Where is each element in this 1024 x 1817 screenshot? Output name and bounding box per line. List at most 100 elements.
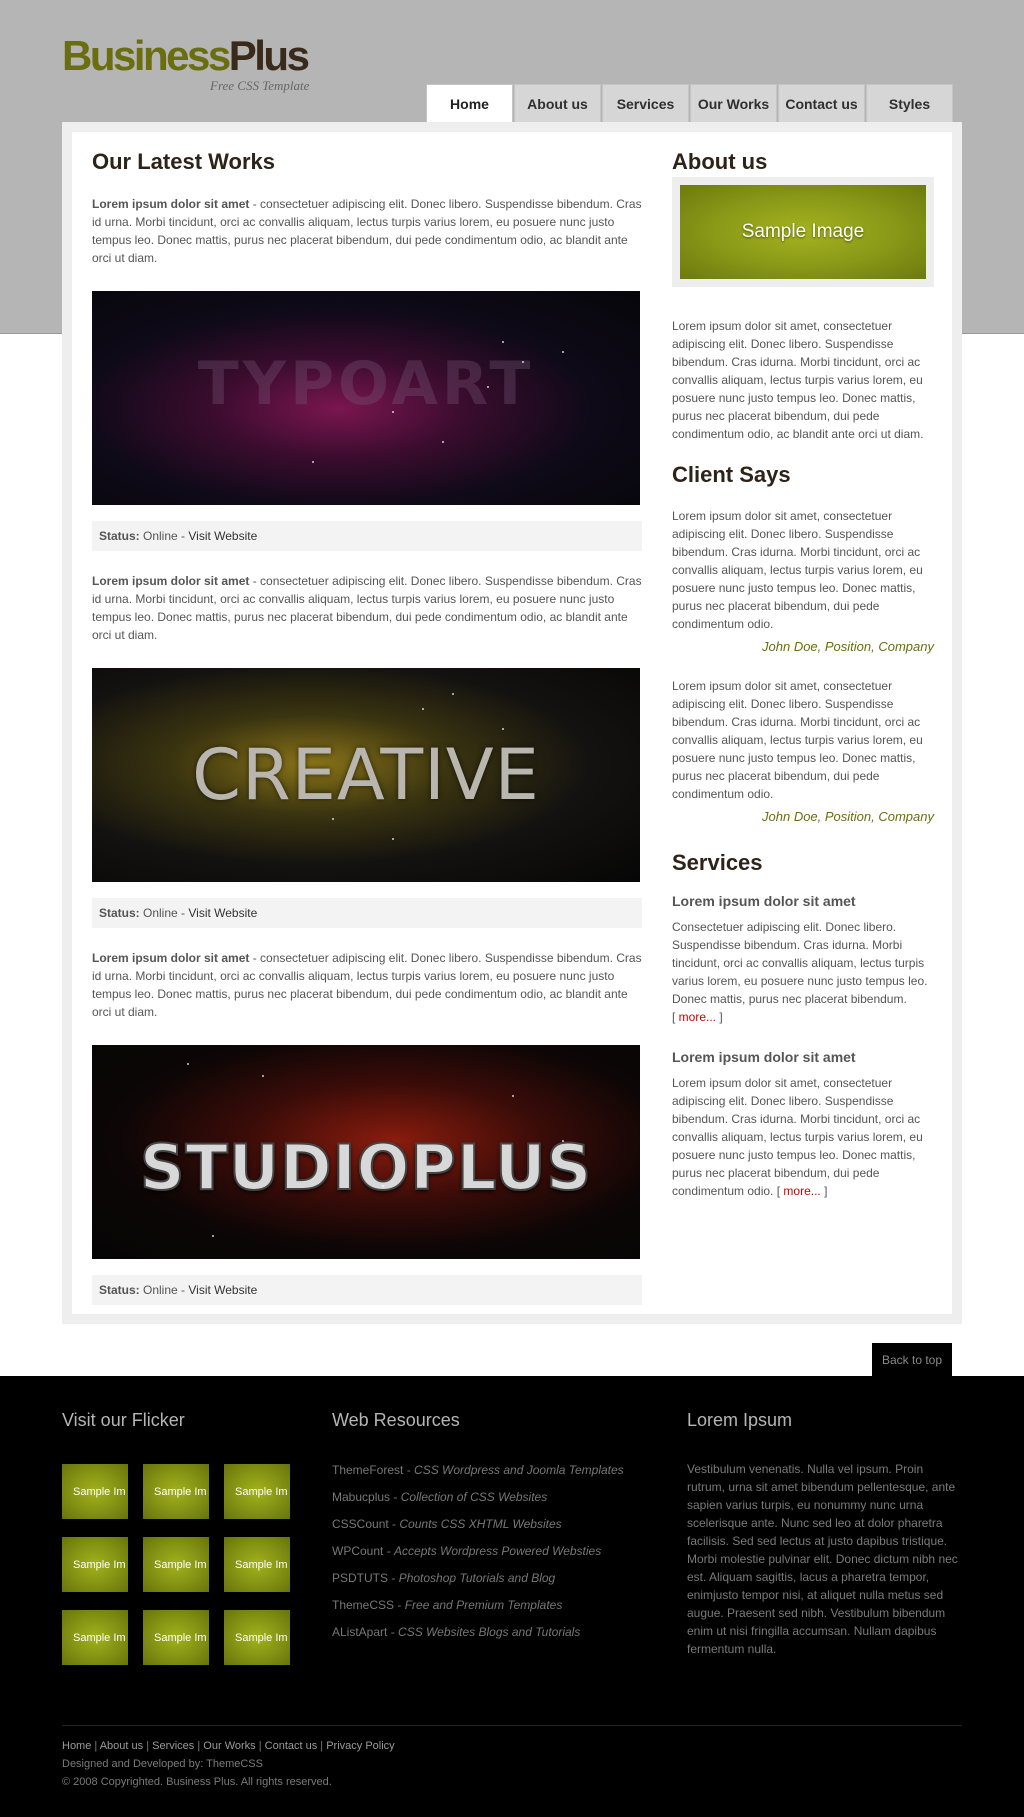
work-lead: Lorem ipsum dolor sit amet: [92, 197, 250, 211]
resources-list: ThemeForest - CSS Wordpress and Joomla T…: [332, 1461, 652, 1650]
work-image-studioplus[interactable]: STUDIOPLUS: [92, 1045, 640, 1259]
flickr-title: Visit our Flicker: [62, 1410, 185, 1430]
resource-name[interactable]: ThemeForest: [332, 1463, 403, 1477]
resource-item[interactable]: WPCount - Accepts Wordpress Powered Webs…: [332, 1542, 652, 1560]
service-text: Consectetuer adipiscing elit. Donec libe…: [672, 918, 934, 1026]
footer-link-separator: |: [194, 1740, 204, 1752]
resource-item[interactable]: CSSCount - Counts CSS XHTML Websites: [332, 1515, 652, 1533]
work-status: Status: Online - Visit Website: [92, 1275, 642, 1305]
work-image-caption: CREATIVE: [192, 734, 540, 816]
footer-link-home[interactable]: Home: [62, 1740, 91, 1752]
flickr-thumb[interactable]: Sample Im: [62, 1537, 128, 1592]
resource-name[interactable]: ThemeCSS: [332, 1598, 394, 1612]
footer-divider: [62, 1725, 962, 1726]
resource-separator: -: [387, 1625, 399, 1639]
resource-item[interactable]: ThemeCSS - Free and Premium Templates: [332, 1596, 652, 1614]
resource-separator: -: [383, 1544, 395, 1558]
status-value: Online -: [139, 906, 189, 920]
resources-title: Web Resources: [332, 1410, 460, 1430]
resource-item[interactable]: ThemeForest - CSS Wordpress and Joomla T…: [332, 1461, 652, 1479]
visit-website-link[interactable]: Visit Website: [188, 1283, 257, 1297]
content-area: Our Latest Works Lorem ipsum dolor sit a…: [72, 132, 952, 1314]
resource-name[interactable]: Mabucplus: [332, 1490, 390, 1504]
about-text: Lorem ipsum dolor sit amet, consectetuer…: [672, 319, 924, 441]
flickr-thumb[interactable]: Sample Im: [224, 1464, 290, 1519]
resource-name[interactable]: CSSCount: [332, 1517, 389, 1531]
resource-separator: -: [394, 1598, 405, 1612]
work-image-typoart[interactable]: TYPOART: [92, 291, 640, 505]
footer-link-contact[interactable]: Contact us: [265, 1740, 318, 1752]
work-status: Status: Online - Visit Website: [92, 521, 642, 551]
footer-link-separator: |: [255, 1740, 265, 1752]
visit-website-link[interactable]: Visit Website: [188, 529, 257, 543]
logo[interactable]: BusinessPlus Free CSS Template: [62, 32, 310, 94]
logo-tagline: Free CSS Template: [210, 78, 310, 93]
work-image-creative[interactable]: CREATIVE: [92, 668, 640, 882]
nav-services[interactable]: Services: [602, 84, 689, 122]
resource-separator: -: [388, 1571, 399, 1585]
footer-link-about[interactable]: About us: [100, 1740, 143, 1752]
resource-desc: Collection of CSS Websites: [400, 1490, 548, 1504]
nav-our-works[interactable]: Our Works: [690, 84, 777, 122]
footer-link-separator: |: [317, 1740, 327, 1752]
work-description: Lorem ipsum dolor sit amet - consectetue…: [92, 949, 642, 1021]
testimonial-text: Lorem ipsum dolor sit amet, consectetuer…: [672, 679, 923, 801]
more-bracket: ]: [716, 1010, 723, 1024]
flickr-thumb[interactable]: Sample Im: [62, 1464, 128, 1519]
work-description: Lorem ipsum dolor sit amet - consectetue…: [92, 572, 642, 644]
logo-word-plus: Plus: [228, 32, 310, 79]
work-status: Status: Online - Visit Website: [92, 898, 642, 928]
resource-item[interactable]: Mabucplus - Collection of CSS Websites: [332, 1488, 652, 1506]
resource-name[interactable]: PSDTUTS: [332, 1571, 388, 1585]
resource-desc: CSS Wordpress and Joomla Templates: [414, 1463, 624, 1477]
flickr-thumb[interactable]: Sample Im: [62, 1610, 128, 1665]
flickr-thumb[interactable]: Sample Im: [143, 1537, 209, 1592]
service-title: Lorem ipsum dolor sit amet: [672, 1049, 856, 1065]
flickr-thumb[interactable]: Sample Im: [143, 1464, 209, 1519]
nav-styles[interactable]: Styles: [866, 84, 953, 122]
nav-home[interactable]: Home: [426, 84, 513, 122]
footer: Visit our Flicker Sample Im Sample Im Sa…: [0, 1376, 1024, 1817]
flickr-thumb[interactable]: Sample Im: [224, 1610, 290, 1665]
footer-link-separator: |: [91, 1740, 100, 1752]
more-bracket: [: [672, 1010, 679, 1024]
back-to-top-button[interactable]: Back to top: [872, 1343, 952, 1376]
nav-contact-us[interactable]: Contact us: [778, 84, 865, 122]
logo-word-business: Business: [62, 32, 231, 79]
lorem-title: Lorem Ipsum: [687, 1410, 793, 1430]
main-nav: Home About us Services Our Works Contact…: [426, 84, 954, 122]
resource-item[interactable]: PSDTUTS - Photoshop Tutorials and Blog: [332, 1569, 652, 1587]
resource-desc: Counts CSS XHTML Websites: [399, 1517, 562, 1531]
nav-about-us[interactable]: About us: [514, 84, 601, 122]
resource-desc: Free and Premium Templates: [404, 1598, 563, 1612]
work-lead: Lorem ipsum dolor sit amet: [92, 951, 250, 965]
about-image-frame: Sample Image: [672, 177, 934, 287]
about-title: About us: [672, 149, 768, 174]
more-link[interactable]: more...: [783, 1184, 820, 1198]
resource-name[interactable]: AListApart: [332, 1625, 387, 1639]
flickr-thumb[interactable]: Sample Im: [224, 1537, 290, 1592]
testimonial-author: John Doe, Position, Company: [762, 639, 934, 654]
footer-copyright: © 2008 Copyrighted. Business Plus. All r…: [62, 1776, 332, 1788]
flickr-thumb[interactable]: Sample Im: [143, 1610, 209, 1665]
resource-desc: Accepts Wordpress Powered Websties: [394, 1544, 602, 1558]
logo-wordmark: BusinessPlus: [62, 32, 310, 79]
footer-link-our-works[interactable]: Our Works: [203, 1740, 255, 1752]
resource-separator: -: [388, 1517, 400, 1531]
resource-name[interactable]: WPCount: [332, 1544, 383, 1558]
work-image-caption: TYPOART: [197, 349, 535, 419]
testimonial-author: John Doe, Position, Company: [762, 809, 934, 824]
footer-link-privacy[interactable]: Privacy Policy: [326, 1740, 394, 1752]
resource-separator: -: [390, 1490, 401, 1504]
visit-website-link[interactable]: Visit Website: [188, 906, 257, 920]
footer-link-services[interactable]: Services: [152, 1740, 194, 1752]
footer-bottom: Home | About us | Services | Our Works |…: [62, 1737, 395, 1791]
works-title: Our Latest Works: [92, 149, 275, 174]
work-description: Lorem ipsum dolor sit amet - consectetue…: [92, 195, 642, 267]
about-image: Sample Image: [680, 185, 926, 279]
status-label: Status:: [99, 1283, 140, 1297]
resource-item[interactable]: AListApart - CSS Websites Blogs and Tuto…: [332, 1623, 652, 1641]
status-value: Online -: [139, 529, 189, 543]
more-link[interactable]: more...: [679, 1010, 716, 1024]
status-value: Online -: [139, 1283, 189, 1297]
